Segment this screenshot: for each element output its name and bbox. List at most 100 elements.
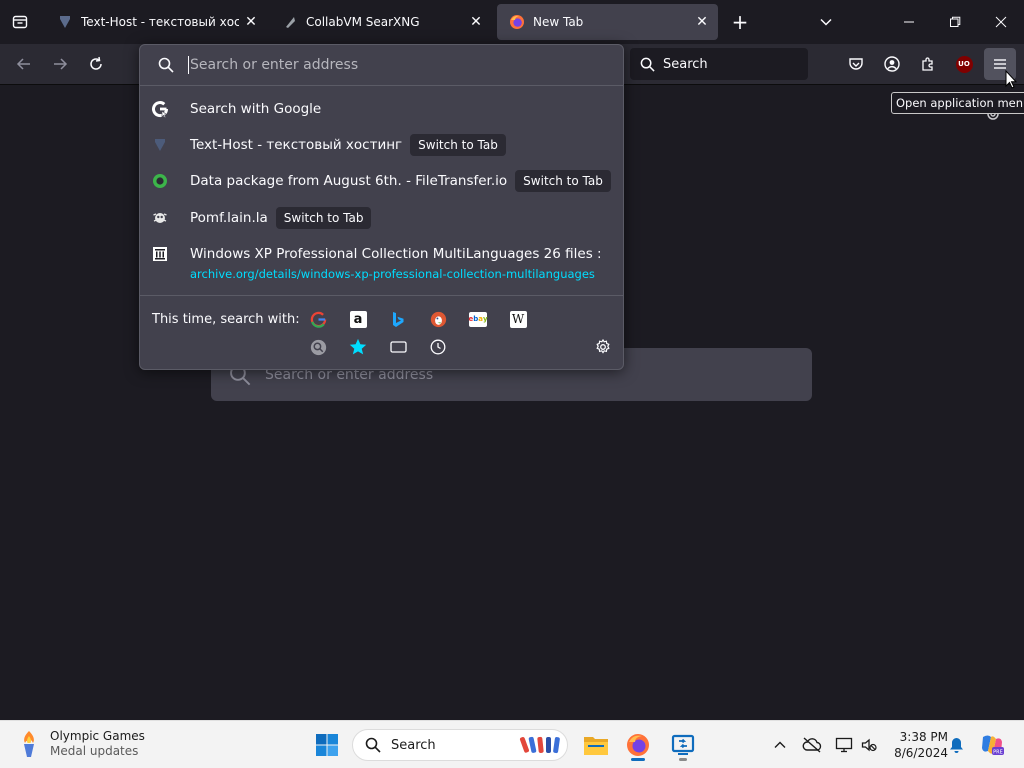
duckduckgo-icon	[430, 311, 446, 327]
chevron-up-icon	[774, 741, 786, 748]
ublock-origin-button[interactable]: UO	[950, 50, 978, 78]
firefox-icon	[627, 734, 649, 756]
result-url: archive.org/details/windows-xp-professio…	[190, 267, 595, 281]
ebay-engine-button[interactable]: ebay	[468, 309, 488, 329]
onedrive-button[interactable]	[798, 729, 826, 761]
start-button[interactable]	[311, 729, 343, 761]
pocket-button[interactable]	[842, 50, 870, 78]
minimize-button[interactable]	[892, 8, 926, 36]
app-menu-tooltip: Open application menu	[891, 92, 1024, 114]
tab-text-host[interactable]: Text-Host - текстовый хостинг ✕	[45, 4, 267, 40]
result-archive-org[interactable]: Windows XP Professional Collection Multi…	[150, 243, 613, 265]
result-search-with-google[interactable]: Search with Google	[150, 98, 613, 120]
taskbar-search-box[interactable]: Search	[352, 729, 568, 761]
history-search-button[interactable]	[428, 337, 448, 357]
firefox-view-button[interactable]	[6, 8, 34, 36]
firefox-favicon-icon	[509, 14, 525, 30]
extensions-button[interactable]	[914, 50, 942, 78]
result-title: Data package from August 6th. - FileTran…	[190, 173, 508, 189]
bell-icon	[949, 737, 963, 753]
search-icon	[158, 57, 174, 73]
ethernet-icon	[835, 737, 853, 753]
reload-button[interactable]	[82, 50, 110, 78]
search-icon	[640, 57, 655, 72]
volume-button[interactable]	[856, 729, 882, 761]
windows-taskbar: Olympic Games Medal updates Search 3:38 …	[0, 720, 1024, 768]
tab-collabvm-searxng[interactable]: CollabVM SearXNG ✕	[270, 4, 492, 40]
clock-icon	[430, 339, 446, 355]
plus-icon: +	[731, 10, 749, 34]
archive-org-favicon-icon	[150, 244, 170, 264]
searxng-engine-button[interactable]	[308, 337, 328, 357]
notifications-button[interactable]	[942, 729, 970, 761]
search-settings-button[interactable]	[593, 337, 613, 357]
account-icon	[884, 56, 900, 72]
searxng-favicon-icon	[282, 14, 298, 30]
close-tab-icon[interactable]: ✕	[690, 10, 714, 34]
bing-engine-button[interactable]	[388, 309, 408, 329]
customize-gear-icon[interactable]	[985, 114, 1001, 124]
close-window-button[interactable]	[984, 8, 1018, 36]
copilot-button[interactable]: PRE	[976, 729, 1008, 761]
bookmarks-search-button[interactable]	[348, 337, 368, 357]
text-host-favicon-icon	[57, 14, 73, 30]
clock-time: 3:38 PM	[899, 730, 948, 744]
tab-title: CollabVM SearXNG	[306, 15, 420, 29]
firefox-taskbar-button[interactable]	[622, 729, 654, 761]
duckduckgo-engine-button[interactable]	[428, 309, 448, 329]
widgets-button[interactable]: Olympic Games Medal updates	[18, 729, 145, 759]
divider	[140, 295, 623, 296]
new-tab-button[interactable]: +	[726, 8, 754, 36]
firefox-view-icon	[12, 15, 28, 29]
result-title: Text-Host - текстовый хостинг	[190, 137, 403, 153]
tab-strip: Text-Host - текстовый хостинг ✕ CollabVM…	[0, 0, 1024, 44]
restore-button[interactable]	[938, 8, 972, 36]
show-hidden-icons-button[interactable]	[766, 729, 794, 761]
olympic-torch-icon	[24, 731, 34, 757]
clock-date: 8/6/2024	[894, 746, 948, 760]
volume-muted-icon	[861, 738, 877, 752]
pocket-icon	[849, 58, 863, 70]
ublock-origin-icon: UO	[955, 55, 973, 73]
tab-icon	[389, 341, 407, 353]
close-tab-icon[interactable]: ✕	[239, 10, 263, 34]
result-text-host[interactable]: Text-Host - текстовый хостинг Switch to …	[150, 133, 613, 157]
urlbar-dropdown: Search or enter address Search with Goog…	[139, 44, 624, 370]
tabs-search-button[interactable]	[388, 337, 408, 357]
puzzle-icon	[922, 57, 933, 71]
active-app-indicator	[631, 758, 645, 761]
folder-icon	[584, 737, 608, 755]
toolbar-search-placeholder: Search	[663, 56, 708, 72]
result-pomf-lain[interactable]: Pomf.lain.la Switch to Tab	[150, 206, 613, 230]
file-explorer-button[interactable]	[580, 729, 612, 761]
address-input[interactable]: Search or enter address	[150, 49, 613, 81]
forward-button[interactable]	[46, 50, 74, 78]
switch-to-tab-button[interactable]: Switch to Tab	[410, 134, 506, 156]
toolbar-search-box[interactable]: Search	[630, 48, 808, 80]
switch-to-tab-button[interactable]: Switch to Tab	[275, 207, 372, 229]
amazon-engine-button[interactable]: a	[348, 309, 368, 329]
close-tab-icon[interactable]: ✕	[464, 10, 488, 34]
account-button[interactable]	[878, 50, 906, 78]
list-all-tabs-button[interactable]	[812, 8, 840, 36]
google-engine-button[interactable]	[308, 309, 328, 329]
result-title: Windows XP Professional Collection Multi…	[190, 246, 607, 262]
wikipedia-engine-button[interactable]: W	[508, 309, 528, 329]
google-icon	[310, 311, 326, 328]
clock[interactable]: 3:38 PM 8/6/2024	[886, 729, 948, 761]
widget-title: Olympic Games	[50, 729, 145, 743]
network-button[interactable]	[830, 729, 858, 761]
tab-new-tab[interactable]: New Tab ✕	[497, 4, 718, 40]
remote-desktop-button[interactable]	[667, 729, 699, 761]
taskbar-search-label: Search	[391, 737, 436, 753]
tab-title: Text-Host - текстовый хостинг	[81, 15, 239, 29]
result-filetransfer[interactable]: Data package from August 6th. - FileTran…	[150, 169, 613, 193]
address-placeholder: Search or enter address	[190, 57, 359, 73]
copilot-icon: PRE	[982, 735, 1004, 755]
arrow-right-icon	[54, 58, 68, 70]
switch-to-tab-button[interactable]: Switch to Tab	[515, 170, 611, 192]
back-button[interactable]	[10, 50, 38, 78]
close-icon	[995, 16, 1007, 28]
remote-desktop-icon	[671, 734, 695, 755]
svg-text:PRE: PRE	[993, 749, 1003, 755]
